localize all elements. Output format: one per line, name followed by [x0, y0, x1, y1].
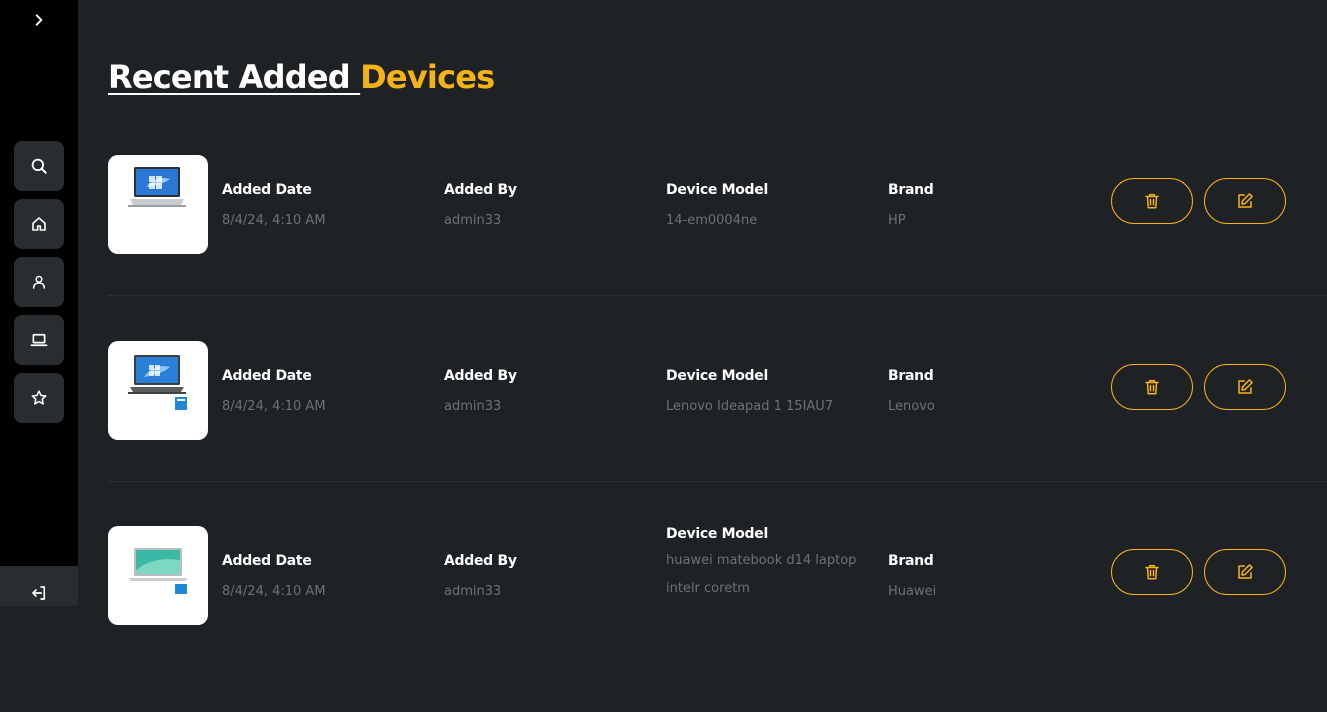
logout-icon — [32, 586, 46, 600]
sidebar-expand-button[interactable] — [28, 9, 50, 31]
sidebar — [0, 0, 78, 606]
brand-label: Brand — [888, 182, 934, 198]
sidebar-item-devices[interactable] — [14, 315, 64, 365]
search-icon — [31, 158, 47, 174]
edit-button[interactable] — [1204, 364, 1286, 410]
sidebar-item-profile[interactable] — [14, 257, 64, 307]
page-title-main: Recent Added — [108, 58, 361, 96]
added-date-field: Added Date 8/4/24, 4:10 AM — [222, 553, 326, 606]
user-icon — [32, 275, 46, 289]
brand-label: Brand — [888, 553, 934, 569]
device-model-value: 14-em0004ne — [666, 213, 758, 228]
added-by-value: admin33 — [444, 399, 502, 414]
added-date-label: Added Date — [222, 553, 312, 569]
added-by-field: Added By admin33 — [444, 368, 517, 421]
edit-icon — [1238, 564, 1253, 579]
brand-field: Brand HP — [888, 182, 934, 235]
home-icon — [32, 217, 46, 231]
device-model-label: Device Model — [666, 526, 768, 542]
added-by-value: admin33 — [444, 584, 502, 599]
device-model-field: Device Model Lenovo Ideapad 1 15IAU7 — [666, 368, 833, 421]
added-date-field: Added Date 8/4/24, 4:10 AM — [222, 182, 326, 235]
device-model-field: Device Model 14-em0004ne — [666, 182, 768, 235]
brand-field: Brand Lenovo — [888, 368, 935, 421]
added-date-value: 8/4/24, 4:10 AM — [222, 213, 326, 228]
added-date-label: Added Date — [222, 182, 312, 198]
edit-button[interactable] — [1204, 178, 1286, 224]
brand-value: HP — [888, 213, 906, 228]
device-image — [108, 155, 208, 254]
device-row: Added Date 8/4/24, 4:10 AM Added By admi… — [108, 526, 1327, 712]
edit-icon — [1238, 193, 1253, 208]
sidebar-item-search[interactable] — [14, 141, 64, 191]
device-row: Added Date 8/4/24, 4:10 AM Added By admi… — [108, 341, 1327, 527]
added-date-value: 8/4/24, 4:10 AM — [222, 399, 326, 414]
added-by-value: admin33 — [444, 213, 502, 228]
brand-field: Brand Huawei — [888, 553, 936, 606]
device-row: Added Date 8/4/24, 4:10 AM Added By admi… — [108, 155, 1327, 341]
added-by-label: Added By — [444, 182, 517, 198]
edit-button[interactable] — [1204, 549, 1286, 595]
trash-icon — [1145, 193, 1159, 209]
laptop-image — [128, 548, 188, 594]
brand-value: Lenovo — [888, 399, 935, 414]
trash-icon — [1145, 564, 1159, 580]
chevron-right-icon — [35, 14, 43, 26]
added-date-label: Added Date — [222, 368, 312, 384]
laptop-image — [128, 167, 186, 207]
logout-button[interactable] — [0, 566, 78, 606]
device-model-field: Device Model huawei matebook d14 laptop … — [666, 526, 876, 603]
device-image — [108, 341, 208, 440]
added-date-field: Added Date 8/4/24, 4:10 AM — [222, 368, 326, 421]
device-model-label: Device Model — [666, 368, 768, 384]
added-by-field: Added By admin33 — [444, 182, 517, 235]
device-model-value: Lenovo Ideapad 1 15IAU7 — [666, 399, 834, 414]
laptop-image — [128, 355, 187, 410]
row-divider — [108, 481, 1327, 482]
added-by-label: Added By — [444, 368, 517, 384]
added-by-label: Added By — [444, 553, 517, 569]
page-title: Recent Added Devices — [108, 58, 495, 96]
main-content: Recent Added Devices Added Date 8/4/24, … — [78, 0, 1327, 625]
added-by-field: Added By admin33 — [444, 553, 517, 606]
trash-icon — [1145, 379, 1159, 395]
device-model-label: Device Model — [666, 182, 768, 198]
sidebar-item-favorites[interactable] — [14, 373, 64, 423]
row-divider — [108, 295, 1327, 296]
delete-button[interactable] — [1111, 364, 1193, 410]
brand-label: Brand — [888, 368, 934, 384]
delete-button[interactable] — [1111, 549, 1193, 595]
edit-icon — [1238, 379, 1253, 394]
laptop-icon — [30, 333, 48, 347]
device-model-value: huawei matebook d14 laptop intelr coretm — [666, 553, 857, 596]
device-image — [108, 526, 208, 625]
sidebar-item-home[interactable] — [14, 199, 64, 249]
brand-value: Huawei — [888, 584, 937, 599]
added-date-value: 8/4/24, 4:10 AM — [222, 584, 326, 599]
delete-button[interactable] — [1111, 178, 1193, 224]
page-title-accent: Devices — [360, 58, 495, 96]
star-icon — [31, 390, 47, 405]
